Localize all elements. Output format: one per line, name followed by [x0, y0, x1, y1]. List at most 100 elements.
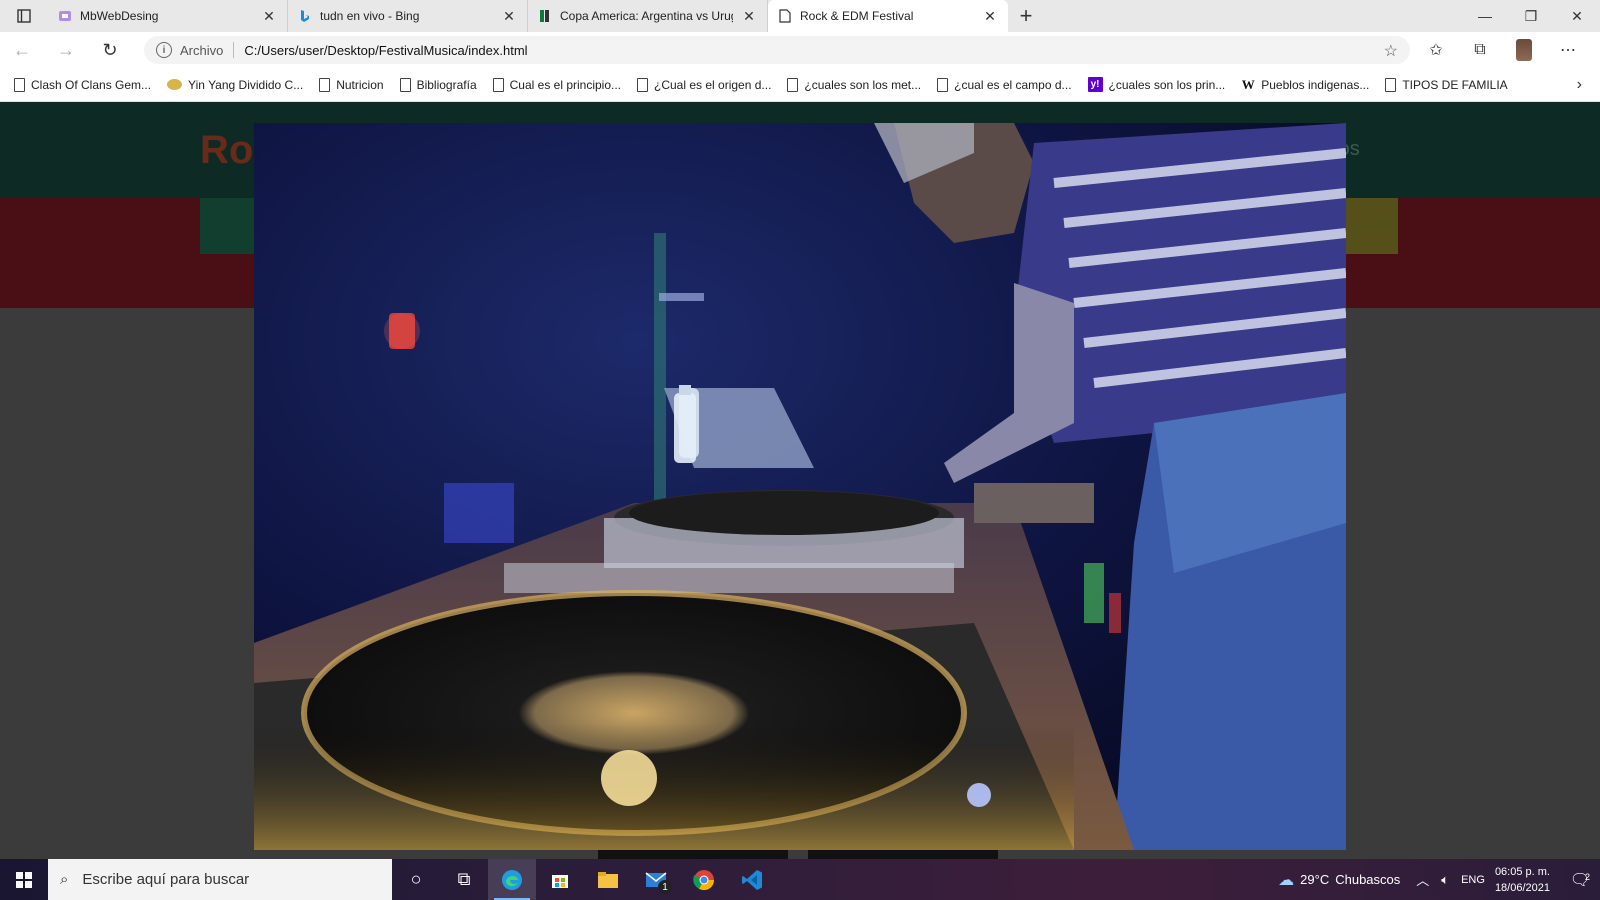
taskbar-search[interactable]: ⌕ Escribe aquí para buscar: [48, 859, 392, 900]
bookmark-label: ¿Cual es el origen d...: [654, 77, 772, 92]
document-icon: [1385, 77, 1397, 92]
close-tab-icon[interactable]: ✕: [501, 8, 517, 24]
favorites-star-icon: ✩: [1429, 42, 1443, 59]
close-tab-icon[interactable]: ✕: [261, 8, 277, 24]
chevron-up-icon[interactable]: ︿: [1416, 870, 1429, 889]
address-separator: [233, 42, 235, 58]
edge-icon: [502, 869, 522, 890]
tab-title: Copa America: Argentina vs Urug: [560, 9, 733, 23]
document-icon: [787, 77, 799, 92]
page-viewport: Ro etos: [0, 102, 1600, 859]
cortana-button[interactable]: ○: [392, 859, 440, 900]
more-dots-icon: ⋯: [1560, 42, 1576, 59]
new-tab-button[interactable]: +: [1008, 0, 1044, 32]
close-tab-icon[interactable]: ✕: [982, 8, 998, 24]
bookmark-item[interactable]: W Pueblos indigenas...: [1241, 77, 1370, 92]
language-indicator[interactable]: ENG: [1461, 874, 1485, 886]
taskbar-edge[interactable]: [488, 859, 536, 900]
taskbar-vscode[interactable]: [728, 859, 776, 900]
clock-time: 06:05 p. m.: [1494, 865, 1550, 878]
task-view-icon: ⧉: [457, 869, 471, 889]
lightbox-image[interactable]: [254, 123, 1346, 850]
address-bar[interactable]: i Archivo C:/Users/user/Desktop/Festival…: [144, 36, 1410, 64]
bookmark-item[interactable]: TIPOS DE FAMILIA: [1385, 77, 1508, 92]
taskbar-mail[interactable]: 1: [632, 859, 680, 900]
gallery-thumb[interactable]: [808, 850, 998, 859]
tab-title: tudn en vivo - Bing: [320, 9, 420, 23]
document-icon: [14, 77, 25, 92]
settings-menu-button[interactable]: ⋯: [1546, 32, 1590, 68]
tab-actions-icon: [17, 9, 31, 23]
forward-button[interactable]: →: [44, 32, 88, 68]
cloud-rain-icon: ☁: [1278, 871, 1295, 889]
bookmark-item[interactable]: ¿cuales son los met...: [787, 77, 922, 92]
bookmark-item[interactable]: ¿cual es el campo d...: [937, 77, 1072, 92]
bookmark-item[interactable]: Nutricion: [319, 77, 384, 92]
back-button[interactable]: ←: [0, 32, 44, 68]
taskbar-file-explorer[interactable]: [584, 859, 632, 900]
notifications-button[interactable]: 🗨︎ 2: [1560, 870, 1600, 890]
gallery-thumbnails: [598, 850, 998, 859]
bookmark-item[interactable]: ¿Cual es el origen d...: [637, 77, 772, 92]
tab-copa-america[interactable]: Copa America: Argentina vs Urug ✕: [528, 0, 768, 32]
gallery-thumb[interactable]: [598, 850, 788, 859]
mail-badge: 1: [658, 880, 672, 894]
bookmark-item[interactable]: Cual es el principio...: [492, 77, 621, 92]
tab-title: Rock & EDM Festival: [800, 9, 914, 23]
clock[interactable]: 06:05 p. m. 18/06/2021: [1495, 864, 1550, 896]
start-button[interactable]: [0, 859, 48, 900]
coin-icon: [167, 79, 183, 90]
tab-rock-edm-festival[interactable]: Rock & EDM Festival ✕: [768, 0, 1008, 32]
bookmark-item[interactable]: Yin Yang Dividido C...: [167, 78, 303, 92]
document-icon: [778, 9, 792, 23]
close-tab-icon[interactable]: ✕: [741, 8, 757, 24]
windows-logo-icon: [16, 871, 32, 888]
favorites-button[interactable]: ✩: [1414, 32, 1458, 68]
document-icon: [937, 77, 949, 92]
document-icon: [319, 77, 331, 92]
add-favorite-icon[interactable]: ☆: [1384, 41, 1398, 61]
site-logo[interactable]: Ro: [200, 128, 253, 173]
chevron-right-icon[interactable]: ›: [1577, 76, 1582, 94]
dj-turntable-photo: [254, 123, 1346, 850]
bookmark-label: ¿cuales son los prin...: [1108, 77, 1226, 92]
url-text[interactable]: C:/Users/user/Desktop/FestivalMusica/ind…: [244, 43, 527, 58]
search-icon: ⌕: [60, 871, 69, 888]
restore-icon[interactable]: ❐: [1508, 0, 1554, 32]
store-icon: [552, 874, 568, 888]
weather-temp: 29°C: [1300, 872, 1330, 887]
windows-taskbar: ⌕ Escribe aquí para buscar ○ ⧉ 1 ☁ 29°C …: [0, 859, 1600, 900]
tab-actions-button[interactable]: [0, 0, 48, 32]
bookmark-label: Yin Yang Dividido C...: [188, 77, 304, 92]
taskbar-store[interactable]: [536, 859, 584, 900]
address-toolbar: ← → ↻ i Archivo C:/Users/user/Desktop/Fe…: [0, 32, 1600, 68]
weather-widget[interactable]: ☁ 29°C Chubascos: [1278, 870, 1400, 890]
document-icon: [399, 77, 411, 92]
collections-button[interactable]: ⧉: [1458, 32, 1502, 68]
bookmark-label: Clash Of Clans Gem...: [31, 77, 152, 92]
tab-bing[interactable]: tudn en vivo - Bing ✕: [288, 0, 528, 32]
bookmark-label: ¿cuales son los met...: [804, 77, 922, 92]
bing-icon: [298, 9, 312, 23]
bookmark-item[interactable]: Clash Of Clans Gem...: [14, 77, 152, 92]
profile-avatar[interactable]: [1516, 39, 1532, 61]
info-icon[interactable]: i: [156, 42, 172, 58]
task-view-button[interactable]: ⧉: [440, 859, 488, 900]
volume-icon[interactable]: 🔈︎: [1441, 872, 1449, 888]
chrome-icon: [693, 869, 715, 890]
forward-arrow-icon: →: [57, 39, 75, 60]
window-controls: — ❐ ✕: [1462, 0, 1600, 32]
bookmark-item[interactable]: y! ¿cuales son los prin...: [1087, 77, 1226, 92]
close-window-icon[interactable]: ✕: [1554, 0, 1600, 32]
green-site-icon: [538, 9, 552, 23]
taskbar-chrome[interactable]: [680, 859, 728, 900]
tab-mbwebdesing[interactable]: MbWebDesing ✕: [48, 0, 288, 32]
notification-count: 2: [1584, 871, 1590, 882]
minimize-icon[interactable]: —: [1462, 0, 1508, 32]
reload-button[interactable]: ↻: [88, 32, 132, 68]
collections-icon: ⧉: [1474, 41, 1486, 58]
hero-block-left: [200, 198, 260, 254]
bookmark-label: Bibliografía: [416, 77, 477, 92]
bookmark-label: ¿cual es el campo d...: [954, 77, 1072, 92]
bookmark-item[interactable]: Bibliografía: [399, 77, 477, 92]
